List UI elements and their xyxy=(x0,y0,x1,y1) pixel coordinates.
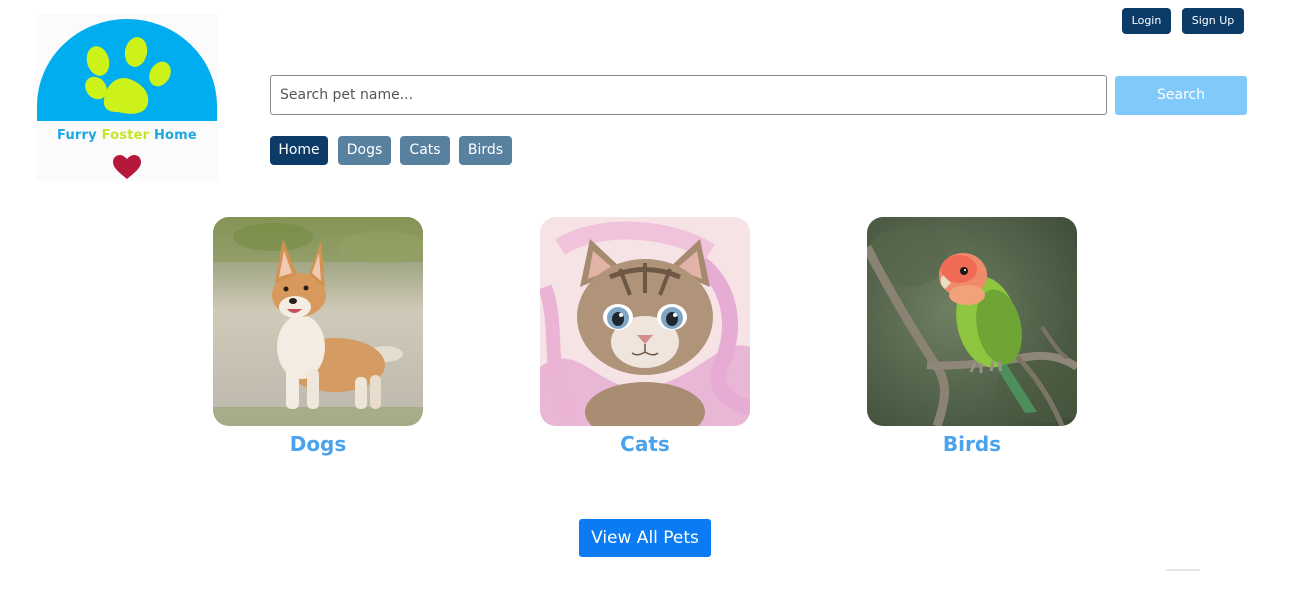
nav-dogs-button[interactable]: Dogs xyxy=(338,136,391,165)
heart-icon xyxy=(113,155,141,179)
corgi-photo[interactable] xyxy=(213,217,423,426)
kitten-photo[interactable] xyxy=(540,217,750,426)
logo-word-home: Home xyxy=(153,128,197,143)
category-card-cats[interactable]: Cats xyxy=(540,217,750,456)
search-button[interactable]: Search xyxy=(1115,76,1247,115)
sign-up-button[interactable]: Sign Up xyxy=(1182,8,1244,34)
category-card-dogs[interactable]: Dogs xyxy=(213,217,423,456)
search-input[interactable] xyxy=(270,75,1107,115)
scroll-indicator xyxy=(1166,569,1200,571)
category-label-cats[interactable]: Cats xyxy=(540,432,750,456)
category-card-birds[interactable]: Birds xyxy=(867,217,1077,456)
site-logo[interactable]: Furry Foster Home xyxy=(36,14,218,181)
logo-title: Furry Foster Home xyxy=(36,128,218,143)
logo-word-furry: Furry xyxy=(57,128,97,143)
lovebird-photo[interactable] xyxy=(867,217,1077,426)
category-label-dogs[interactable]: Dogs xyxy=(213,432,423,456)
nav-home-button[interactable]: Home xyxy=(270,136,328,165)
logo-word-foster: Foster xyxy=(101,128,150,143)
category-label-birds[interactable]: Birds xyxy=(867,432,1077,456)
nav-cats-button[interactable]: Cats xyxy=(400,136,450,165)
view-all-pets-button[interactable]: View All Pets xyxy=(579,519,711,557)
login-button[interactable]: Login xyxy=(1122,8,1171,34)
nav-birds-button[interactable]: Birds xyxy=(459,136,512,165)
